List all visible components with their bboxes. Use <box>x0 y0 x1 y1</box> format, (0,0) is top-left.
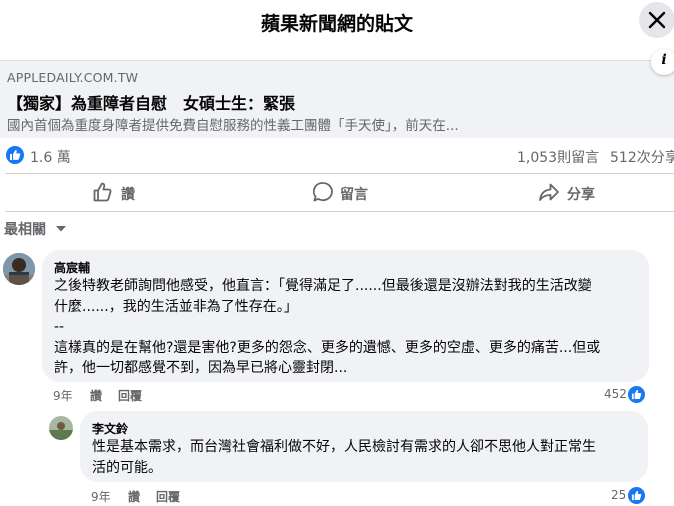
comment-line: 之後特教老師詢問他感受，他直言：「覺得滿足了......但最後還是沒辦法對我的生… <box>54 278 592 294</box>
comment-reply-button[interactable]: 回覆 <box>118 387 142 404</box>
like-icon <box>627 385 646 404</box>
comment-line: 這樣真的是在幫他?還是害他?更多的怨念、更多的遺憾、更多的空虛、更多的痛苦...… <box>54 339 601 356</box>
comment-bubble: 李文鈴 性是基本需求，而台灣社會福利做不好，人民檢討有需求的人卻不思他人對正常生… <box>80 411 648 482</box>
dialog-header: 蘋果新聞網的貼文 <box>0 0 674 48</box>
link-title[interactable]: 【獨家】為重障者自慰 女碩士生：緊張 <box>7 90 295 114</box>
comment-author[interactable]: 高宸輔 <box>54 259 90 276</box>
comment-like-button[interactable]: 讚 <box>90 387 102 404</box>
avatar[interactable] <box>49 416 73 440</box>
share-button[interactable]: 分享 <box>538 181 602 205</box>
comment-line: 活的可能。 <box>92 459 162 476</box>
like-reaction-icon[interactable] <box>6 146 24 164</box>
like-button[interactable]: 讚 <box>92 181 142 205</box>
comment-line: 什麼......，我的生活並非為了性存在。」 <box>54 298 298 315</box>
comment-reply-button[interactable]: 回覆 <box>156 488 180 505</box>
post-actions: 讚 留言 分享 <box>0 174 674 211</box>
link-description: 國內首個為重度身障者提供免費自慰服務的性義工團體「手天使」，前天在... <box>7 118 459 134</box>
comment-reaction-count[interactable]: 25 <box>611 488 626 502</box>
comment-text: 性是基本需求，而台灣社會福利做不好，人民檢討有需求的人卻不思他人對正常生 活的可… <box>92 437 596 478</box>
divider <box>5 211 674 212</box>
reaction-count[interactable]: 1.6 萬 <box>30 147 71 167</box>
comment-button[interactable]: 留言 <box>312 181 372 205</box>
comment-text: 之後特教老師詢問他感受，他直言：「覺得滿足了......但最後還是沒辦法對我的生… <box>54 276 600 379</box>
close-icon <box>648 11 666 29</box>
comment-reaction-count[interactable]: 452 <box>604 387 627 401</box>
share-count[interactable]: 512次分享 <box>610 147 674 167</box>
post-stats: 1.6 萬 1,053則留言 512次分享 <box>0 137 674 173</box>
comment-line: 許，他一切都感覺不到，因為早已將心靈封閉... <box>54 360 348 376</box>
close-button[interactable] <box>639 2 674 38</box>
avatar[interactable] <box>3 253 35 285</box>
like-icon <box>627 486 646 505</box>
like-icon <box>93 182 112 202</box>
info-icon: i <box>661 52 667 68</box>
comment-like-button[interactable]: 讚 <box>128 488 140 505</box>
comment-sort-selector[interactable]: 最相關 <box>4 219 46 239</box>
comment-time[interactable]: 9年 <box>91 488 111 505</box>
link-preview-card[interactable]: APPLEDAILY.COM.TW 【獨家】為重障者自慰 女碩士生：緊張 國內首… <box>0 60 674 138</box>
share-icon <box>539 183 559 201</box>
comment-line: -- <box>54 319 65 335</box>
like-label: 讚 <box>121 187 135 203</box>
chevron-down-icon[interactable] <box>55 225 67 233</box>
dialog-title: 蘋果新聞網的貼文 <box>260 13 413 35</box>
comment-icon <box>312 182 333 202</box>
comment-count[interactable]: 1,053則留言 <box>517 147 599 167</box>
comment-author[interactable]: 李文鈴 <box>92 420 128 437</box>
comment-bubble: 高宸輔 之後特教老師詢問他感受，他直言：「覺得滿足了......但最後還是沒辦法… <box>42 250 649 382</box>
link-domain: APPLEDAILY.COM.TW <box>7 70 139 85</box>
comment-time[interactable]: 9年 <box>53 387 73 404</box>
comment-label: 留言 <box>340 187 368 203</box>
share-label: 分享 <box>567 187 595 203</box>
info-button[interactable]: i <box>651 49 674 75</box>
comment-line: 性是基本需求，而台灣社會福利做不好，人民檢討有需求的人卻不思他人對正常生 <box>92 439 596 455</box>
